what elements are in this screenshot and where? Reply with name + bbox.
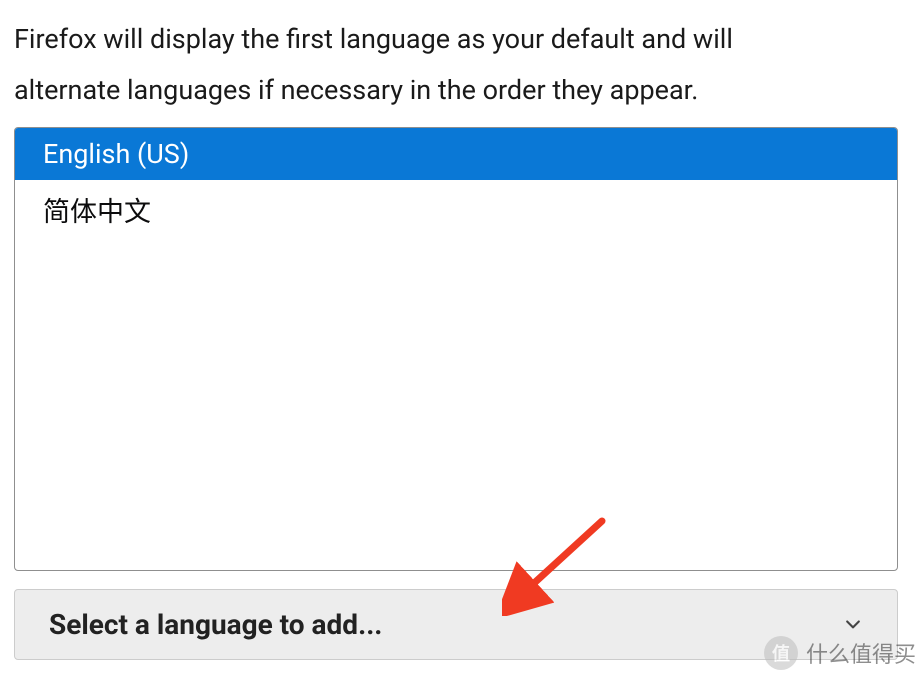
chevron-down-icon (843, 614, 863, 634)
description-line-1: Firefox will display the first language … (14, 23, 733, 55)
language-list-item[interactable]: English (US) (15, 128, 897, 180)
language-item-label: 简体中文 (43, 196, 151, 228)
language-list-box[interactable]: English (US) 简体中文 (14, 127, 898, 571)
description-line-2: alternate languages if necessary in the … (14, 74, 698, 106)
language-list-item[interactable]: 简体中文 (15, 180, 897, 239)
watermark: 值 什么值得买 (764, 636, 916, 670)
add-language-label: Select a language to add... (49, 608, 382, 641)
watermark-text: 什么值得买 (806, 637, 916, 669)
watermark-badge-icon: 值 (764, 636, 798, 670)
language-item-label: English (US) (43, 138, 189, 170)
language-settings-description: Firefox will display the first language … (14, 14, 916, 117)
